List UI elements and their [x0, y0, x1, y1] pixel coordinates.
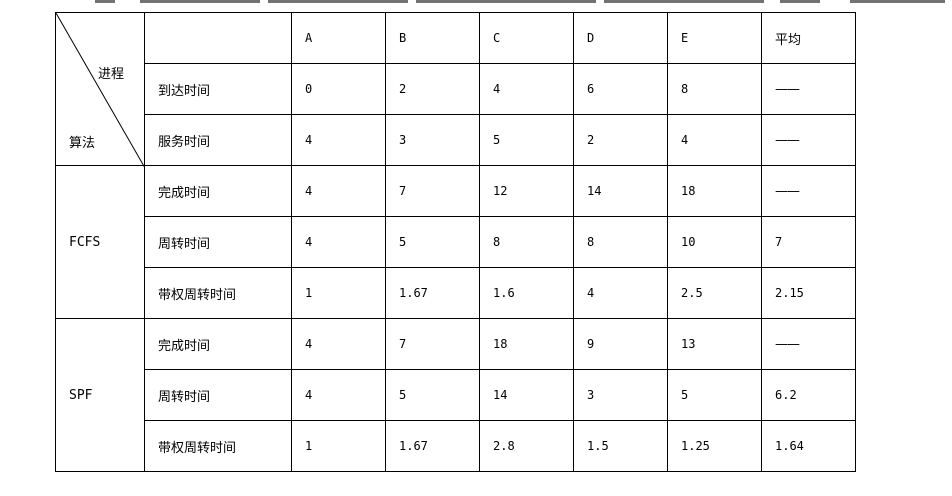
service-time-row: 服务时间 4 3 5 2 4 —— [56, 114, 856, 166]
average-cell: 7 [761, 216, 856, 268]
arrival-time-row: 到达时间 0 2 4 6 8 —— [56, 63, 856, 115]
algorithm-label-spf: SPF [55, 318, 145, 472]
spf-weighted-turnaround-row: 带权周转时间 1 1.67 2.8 1.5 1.25 1.64 [56, 420, 856, 472]
column-header-c: C [479, 12, 574, 64]
table-cell: 4 [291, 216, 386, 268]
table-cell: 2 [385, 63, 480, 115]
table-cell: 0 [291, 63, 386, 115]
table-cell: 2.8 [479, 420, 574, 472]
table-cell: 5 [385, 216, 480, 268]
row-label: 完成时间 [144, 165, 292, 217]
table-cell: 1.67 [385, 420, 480, 472]
row-label: 带权周转时间 [144, 420, 292, 472]
table-cell: 5 [479, 114, 574, 166]
table-cell: 3 [573, 369, 668, 421]
table-cell: 2 [573, 114, 668, 166]
fcfs-weighted-turnaround-row: 带权周转时间 1 1.67 1.6 4 2.5 2.15 [56, 267, 856, 319]
average-cell: 6.2 [761, 369, 856, 421]
table-cell: 8 [479, 216, 574, 268]
table-cell: 4 [291, 165, 386, 217]
table-cell: 10 [667, 216, 762, 268]
algorithm-corner-label: 算法 [69, 136, 96, 151]
table-cell: 5 [667, 369, 762, 421]
column-header-a: A [291, 12, 386, 64]
process-corner-label: 进程 [98, 67, 125, 82]
table-cell: 14 [573, 165, 668, 217]
row-label: 周转时间 [144, 216, 292, 268]
table-cell: 4 [291, 369, 386, 421]
average-cell: —— [761, 63, 856, 115]
average-cell: —— [761, 318, 856, 370]
table-cell: 1 [291, 267, 386, 319]
column-header-average: 平均 [761, 12, 856, 64]
spf-completion-row: SPF 完成时间 4 7 18 9 13 —— [55, 318, 856, 472]
table-cell: 2.5 [667, 267, 762, 319]
column-header-e: E [667, 12, 762, 64]
table-cell: 13 [667, 318, 762, 370]
table-cell: 5 [385, 369, 480, 421]
row-label: 周转时间 [144, 369, 292, 421]
table-cell: 7 [385, 318, 480, 370]
row-label: 服务时间 [144, 114, 292, 166]
average-cell: 2.15 [761, 267, 856, 319]
algorithm-label-fcfs: FCFS [55, 165, 145, 319]
table-cell: 4 [291, 318, 386, 370]
average-cell: 1.64 [761, 420, 856, 472]
fcfs-completion-row: FCFS 完成时间 4 7 12 14 18 —— [55, 165, 856, 319]
table-cell: 4 [667, 114, 762, 166]
table-cell: 18 [667, 165, 762, 217]
row-label: 带权周转时间 [144, 267, 292, 319]
table-cell: 8 [667, 63, 762, 115]
table-cell: 1.25 [667, 420, 762, 472]
table-cell: 14 [479, 369, 574, 421]
table-cell: 4 [479, 63, 574, 115]
fcfs-turnaround-row: 周转时间 4 5 8 8 10 7 [56, 216, 856, 268]
average-cell: —— [761, 114, 856, 166]
table-cell: 1 [291, 420, 386, 472]
table-cell: 3 [385, 114, 480, 166]
column-header-d: D [573, 12, 668, 64]
row-label: 到达时间 [144, 63, 292, 115]
diagonal-header-cell: 进程 算法 [55, 12, 145, 168]
table-cell: 18 [479, 318, 574, 370]
table-cell: 1.67 [385, 267, 480, 319]
table-cell: 4 [573, 267, 668, 319]
table-cell: 12 [479, 165, 574, 217]
header-row: 进程 算法 A B C D E 平均 [55, 12, 856, 168]
table-cell: 1.5 [573, 420, 668, 472]
average-cell: —— [761, 165, 856, 217]
column-header-b: B [385, 12, 480, 64]
table-cell: 9 [573, 318, 668, 370]
scheduling-table: 进程 算法 A B C D E 平均 到达时间 0 2 4 6 8 —— 服务时… [55, 12, 856, 472]
table-cell: 4 [291, 114, 386, 166]
cropped-caption-strip [0, 0, 952, 6]
table-cell: 1.6 [479, 267, 574, 319]
table-cell: 8 [573, 216, 668, 268]
table-cell: 7 [385, 165, 480, 217]
header-empty-cell [144, 12, 292, 64]
spf-turnaround-row: 周转时间 4 5 14 3 5 6.2 [56, 369, 856, 421]
row-label: 完成时间 [144, 318, 292, 370]
table-cell: 6 [573, 63, 668, 115]
